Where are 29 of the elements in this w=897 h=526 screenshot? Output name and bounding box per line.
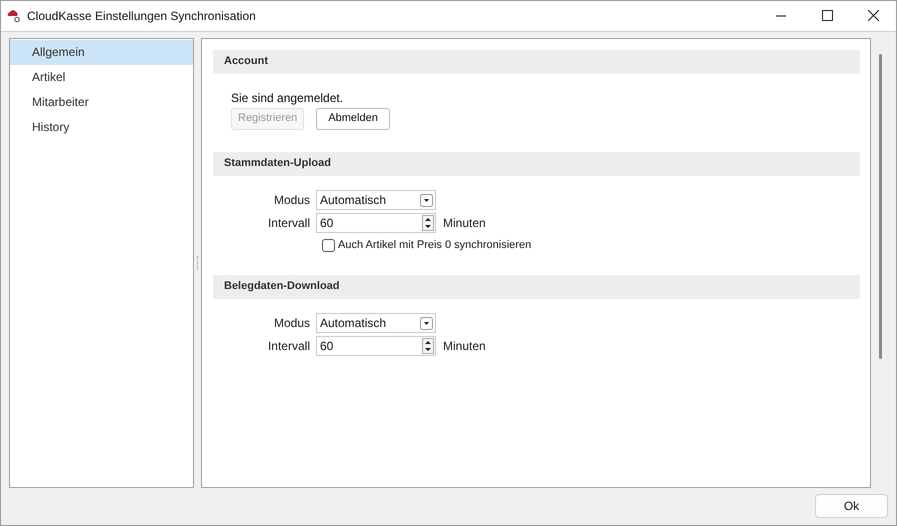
dropdown[interactable]: Automatisch (316, 190, 436, 210)
number-field[interactable]: 60 (316, 336, 436, 356)
ok-button[interactable]: Ok (815, 494, 888, 518)
unit-label: Minuten (443, 338, 486, 356)
spinner-arrows-icon[interactable] (422, 338, 434, 354)
field-label: Modus (272, 315, 311, 332)
close-icon (868, 10, 878, 22)
dropdown[interactable]: Automatisch (316, 313, 436, 334)
account-button[interactable]: Abmelden (316, 108, 390, 130)
status-text: Sie sind angemeldet. (231, 90, 344, 105)
checkbox-label: Auch Artikel mit Preis 0 synchronisieren (338, 238, 532, 254)
field-label: Intervall (266, 338, 311, 356)
section-header: Account (213, 50, 860, 74)
sidebar-item[interactable]: Mitarbeiter (10, 90, 193, 115)
maximize-icon (822, 10, 832, 22)
sidebar-item[interactable]: History (10, 114, 193, 140)
unit-label: Minuten (443, 215, 486, 232)
spinner-arrows-icon[interactable] (422, 215, 434, 232)
sidebar-item[interactable]: Artikel (10, 64, 193, 90)
checkbox[interactable] (322, 239, 335, 252)
window-title: CloudKasse Einstellungen Synchronisation (27, 8, 256, 25)
sidebar-item[interactable]: Allgemein (10, 40, 193, 65)
scrollbar-thumb[interactable] (878, 54, 882, 359)
section-header: Stammdaten-Upload (213, 152, 860, 176)
field-label: Intervall (266, 215, 311, 232)
section-header: Belegdaten-Download (213, 274, 860, 299)
field-label: Modus (272, 192, 311, 210)
cloud-gear-icon (6, 8, 21, 24)
number-field[interactable]: 60 (316, 213, 436, 234)
